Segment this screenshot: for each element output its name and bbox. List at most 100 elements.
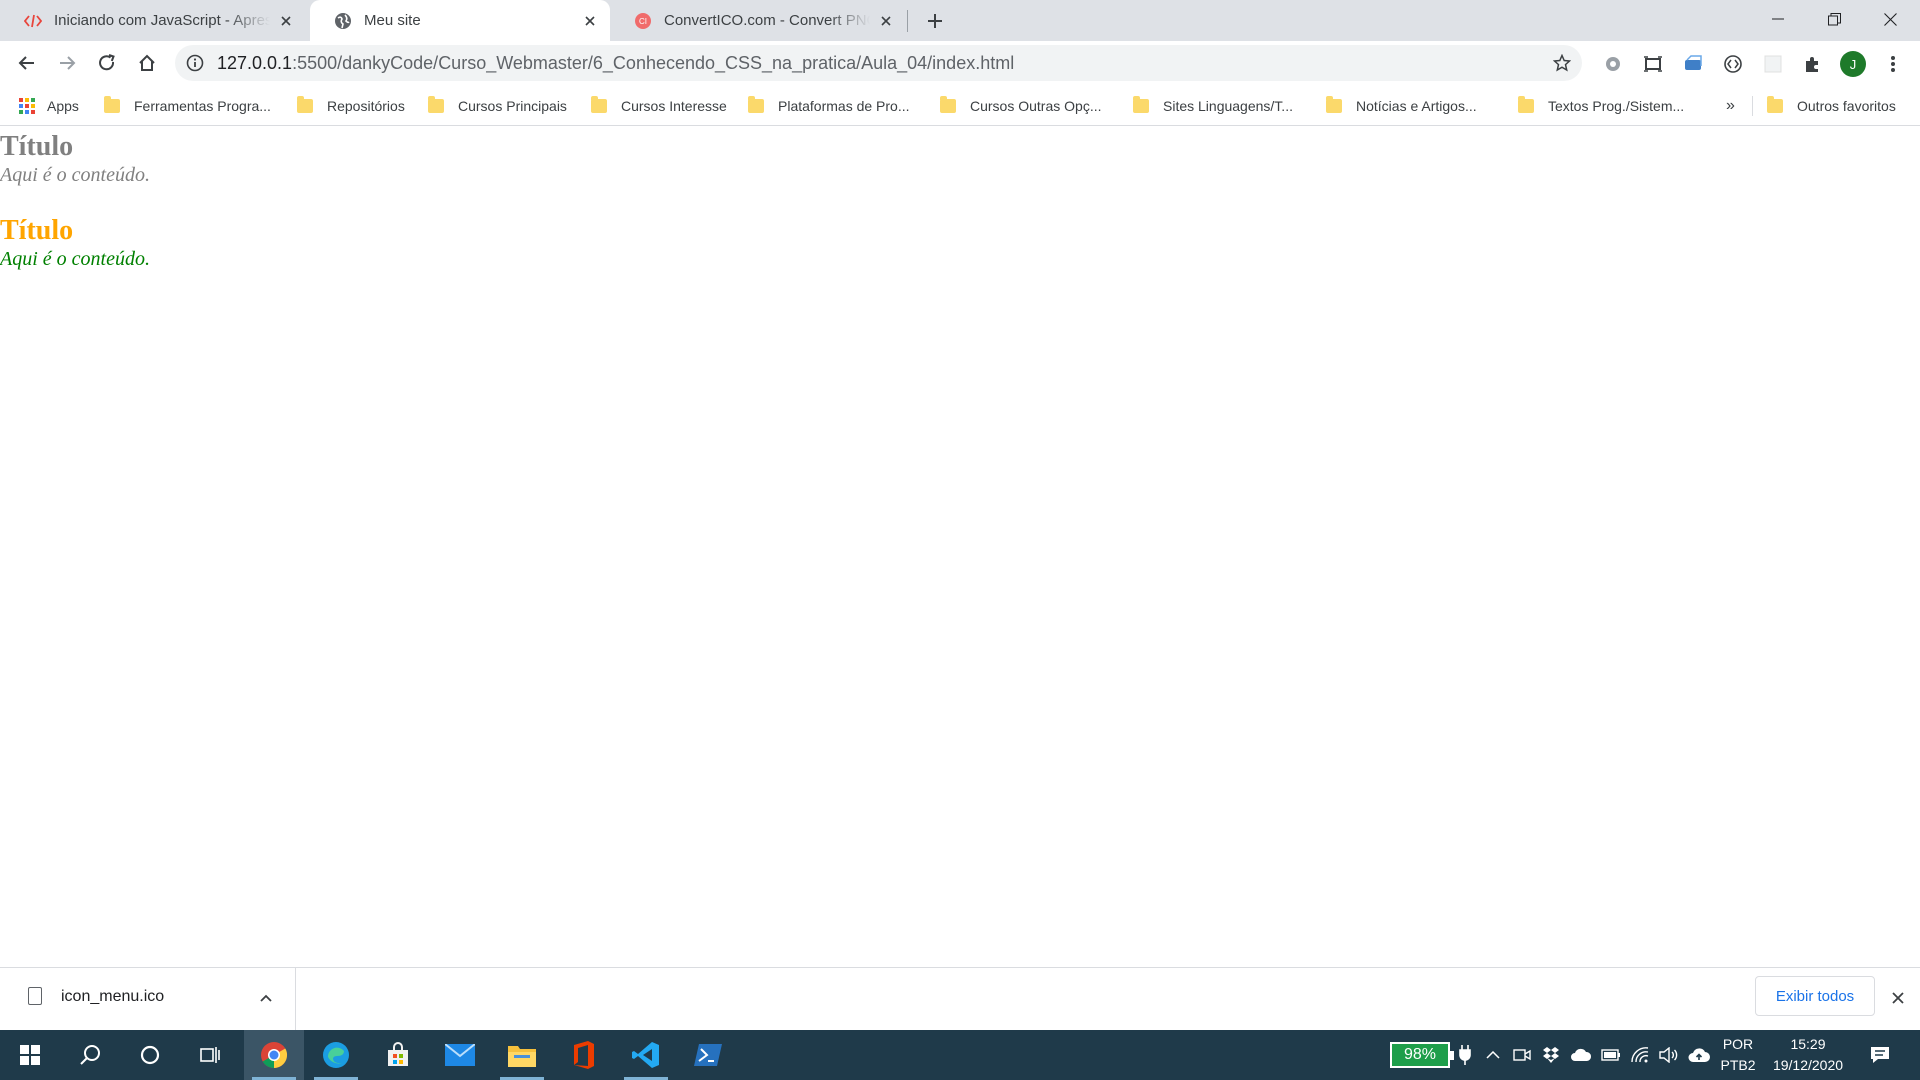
svg-text:CI: CI <box>639 17 647 26</box>
dropbox-icon[interactable] <box>1539 1030 1563 1080</box>
onedrive-cloud-icon[interactable] <box>1568 1030 1594 1080</box>
tab-title: Meu site <box>364 12 421 29</box>
download-item[interactable]: icon_menu.ico <box>0 968 296 1030</box>
close-icon[interactable] <box>580 11 600 31</box>
bookmark-folder-sites-linguagens[interactable]: Sites Linguagens/T... <box>1133 94 1293 118</box>
close-icon[interactable] <box>1886 986 1910 1010</box>
converticon-icon: CI <box>634 12 652 30</box>
download-shelf: icon_menu.ico Exibir todos <box>0 967 1920 1030</box>
bookmark-label: Notícias e Artigos... <box>1356 98 1477 114</box>
minimize-button[interactable] <box>1750 0 1806 38</box>
bookmark-label: Repositórios <box>327 98 405 114</box>
notification-center-icon[interactable] <box>1862 1030 1898 1080</box>
bookmarks-separator <box>1752 96 1753 116</box>
file-explorer-icon[interactable] <box>492 1030 552 1080</box>
url-path: :5500/dankyCode/Curso_Webmaster/6_Conhec… <box>292 53 1015 73</box>
cloud-extension-icon[interactable] <box>1680 51 1706 77</box>
tab-meu-site[interactable]: Meu site <box>310 0 610 41</box>
download-file-name: icon_menu.ico <box>61 988 165 1005</box>
browser-toolbar: 127.0.0.1:5500/dankyCode/Curso_Webmaster… <box>0 41 1920 86</box>
windows-taskbar: 98% POR PTB2 15:29 19/12/2020 <box>0 1030 1920 1080</box>
forward-button[interactable] <box>51 47 83 79</box>
profile-avatar[interactable]: J <box>1840 51 1866 77</box>
bookmark-folder-cursos-principais[interactable]: Cursos Principais <box>428 94 567 118</box>
info-icon[interactable] <box>185 53 205 73</box>
page-viewport: Título Aqui é o conteúdo. Título Aqui é … <box>0 127 1920 967</box>
chevron-up-icon[interactable] <box>1481 1030 1505 1080</box>
globe-icon <box>334 12 352 30</box>
back-button[interactable] <box>11 47 43 79</box>
cortana-icon[interactable] <box>120 1030 180 1080</box>
bookmark-folder-cursos-outras[interactable]: Cursos Outras Opç... <box>940 94 1101 118</box>
folder-icon <box>104 96 120 113</box>
content-block-colored: Título Aqui é o conteúdo. <box>0 215 150 271</box>
address-bar[interactable]: 127.0.0.1:5500/dankyCode/Curso_Webmaster… <box>175 45 1582 81</box>
clock-date: 19/12/2020 <box>1772 1057 1844 1073</box>
folder-icon <box>428 96 444 113</box>
powershell-icon[interactable] <box>678 1030 738 1080</box>
page-title: Título <box>0 215 74 246</box>
battery-indicator[interactable]: 98% <box>1390 1042 1454 1068</box>
bookmark-label: Sites Linguagens/T... <box>1163 98 1293 114</box>
file-icon <box>28 987 42 1005</box>
bookmark-folder-textos-prog[interactable]: Textos Prog./Sistem... <box>1518 94 1684 118</box>
bookmark-folder-noticias[interactable]: Notícias e Artigos... <box>1326 94 1477 118</box>
tab-converticon[interactable]: CI ConvertICO.com - Convert PNG to ICO <box>610 0 906 41</box>
office-icon[interactable] <box>554 1030 614 1080</box>
code-icon <box>24 12 42 30</box>
bookmark-label: Ferramentas Progra... <box>134 98 271 114</box>
bookmark-folder-cursos-interesse[interactable]: Cursos Interesse <box>591 94 727 118</box>
vscode-icon[interactable] <box>616 1030 676 1080</box>
bookmark-folder-repositorios[interactable]: Repositórios <box>297 94 405 118</box>
store-icon[interactable] <box>368 1030 428 1080</box>
code-extension-icon[interactable] <box>1720 51 1746 77</box>
bookmark-label: Cursos Outras Opç... <box>970 98 1102 114</box>
page-content: Aqui é o conteúdo. <box>0 164 150 186</box>
bookmark-folder-outros-favoritos[interactable]: Outros favoritos <box>1767 94 1896 118</box>
puzzle-icon[interactable] <box>1800 51 1826 77</box>
input-language-indicator[interactable]: POR PTB2 <box>1716 1034 1760 1076</box>
folder-icon <box>748 96 764 113</box>
new-tab-button[interactable] <box>922 8 948 34</box>
battery-tray-icon[interactable] <box>1599 1030 1623 1080</box>
tab-title: ConvertICO.com - Convert PNG to ICO <box>664 12 870 29</box>
screenshot-extension-icon[interactable] <box>1640 51 1666 77</box>
folder-icon <box>940 96 956 113</box>
task-view-icon[interactable] <box>180 1030 240 1080</box>
bookmarks-overflow-button[interactable]: » <box>1726 94 1735 118</box>
volume-icon[interactable] <box>1657 1030 1681 1080</box>
bookmark-label: Cursos Principais <box>458 98 567 114</box>
reload-button[interactable] <box>91 47 123 79</box>
restore-button[interactable] <box>1806 0 1862 38</box>
chrome-icon[interactable] <box>244 1030 304 1080</box>
wifi-icon[interactable] <box>1628 1030 1652 1080</box>
bookmarks-bar: Apps Ferramentas Progra... Repositórios … <box>0 86 1920 126</box>
close-icon[interactable] <box>276 11 296 31</box>
close-window-button[interactable] <box>1862 0 1918 38</box>
bookmark-folder-ferramentas[interactable]: Ferramentas Progra... <box>104 94 271 118</box>
windows-start-icon[interactable] <box>0 1030 60 1080</box>
cloud-upload-icon[interactable] <box>1686 1030 1712 1080</box>
search-icon[interactable] <box>60 1030 120 1080</box>
bookmark-folder-plataformas[interactable]: Plataformas de Pro... <box>748 94 910 118</box>
star-icon[interactable] <box>1552 53 1572 73</box>
meet-now-icon[interactable] <box>1510 1030 1534 1080</box>
content-block-gray: Título Aqui é o conteúdo. <box>0 131 150 187</box>
home-button[interactable] <box>131 47 163 79</box>
folder-icon <box>1518 96 1534 113</box>
close-icon[interactable] <box>876 11 896 31</box>
menu-kebab-icon[interactable] <box>1880 51 1906 77</box>
show-all-downloads-button[interactable]: Exibir todos <box>1755 976 1875 1016</box>
folder-icon <box>1326 96 1342 113</box>
extension-gear-icon[interactable] <box>1600 51 1626 77</box>
tab-iniciando-javascript[interactable]: Iniciando com JavaScript - Apresentação <box>0 0 306 41</box>
mail-icon[interactable] <box>430 1030 490 1080</box>
bookmark-label: Plataformas de Pro... <box>778 98 910 114</box>
edge-icon[interactable] <box>306 1030 366 1080</box>
bookmark-apps[interactable]: Apps <box>19 94 79 118</box>
power-plug-icon[interactable] <box>1453 1030 1477 1080</box>
chevron-up-icon[interactable] <box>256 988 276 1008</box>
clock[interactable]: 15:29 19/12/2020 <box>1766 1034 1850 1076</box>
page-content: Aqui é o conteúdo. <box>0 248 150 270</box>
blank-extension-icon[interactable] <box>1760 51 1786 77</box>
